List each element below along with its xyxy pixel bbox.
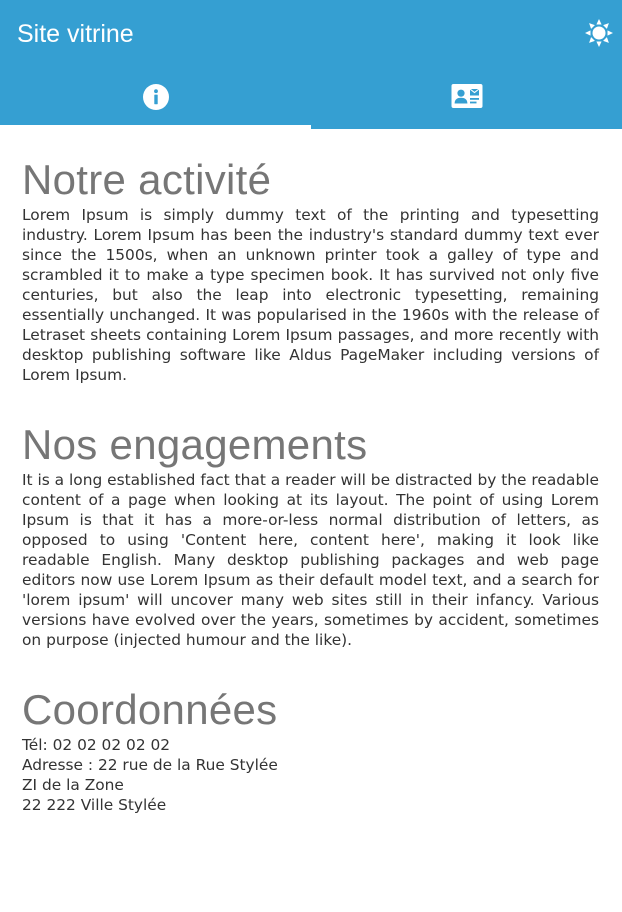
section-contact: Coordonnées Tél: 02 02 02 02 02 Adresse … bbox=[22, 685, 599, 815]
section-activity: Notre activité Lorem Ipsum is simply dum… bbox=[22, 155, 599, 385]
section-body: It is a long established fact that a rea… bbox=[22, 471, 599, 649]
tab-info[interactable] bbox=[0, 68, 311, 129]
section-heading: Coordonnées bbox=[22, 686, 278, 733]
contact-phone: Tél: 02 02 02 02 02 bbox=[22, 736, 171, 754]
active-tab-indicator bbox=[0, 125, 311, 129]
main-content: Notre activité Lorem Ipsum is simply dum… bbox=[22, 155, 599, 815]
section-body: Lorem Ipsum is simply dummy text of the … bbox=[22, 206, 599, 384]
tab-bar bbox=[0, 68, 622, 129]
tab-contact[interactable] bbox=[311, 68, 622, 129]
section-commitments: Nos engagements It is a long established… bbox=[22, 420, 599, 650]
info-icon bbox=[142, 84, 169, 110]
sun-icon bbox=[585, 19, 613, 47]
contact-address-line: ZI de la Zone bbox=[22, 776, 124, 794]
contact-address-line: 22 222 Ville Stylée bbox=[22, 796, 167, 814]
theme-toggle-button[interactable] bbox=[582, 16, 616, 50]
contact-address-line: Adresse : 22 rue de la Rue Stylée bbox=[22, 756, 278, 774]
app-bar: Site vitrine bbox=[0, 0, 622, 129]
section-heading: Nos engagements bbox=[22, 421, 368, 468]
section-heading: Notre activité bbox=[22, 156, 272, 203]
contact-card-icon bbox=[451, 84, 482, 108]
app-title: Site vitrine bbox=[17, 20, 134, 48]
